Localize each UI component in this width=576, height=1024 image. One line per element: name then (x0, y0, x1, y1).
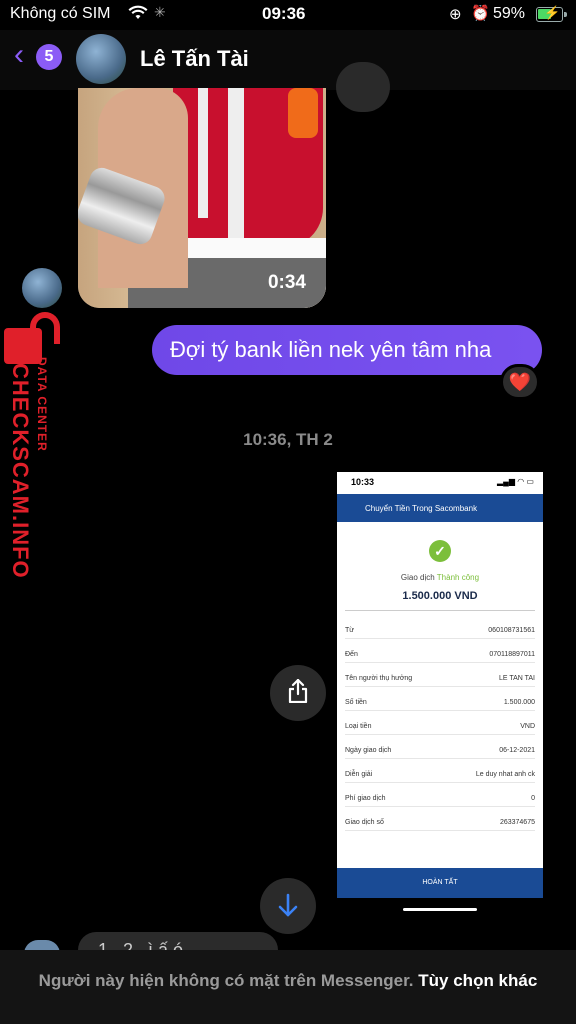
receipt-status-icons: ▂▄▆ ◠ ▭ (497, 477, 534, 486)
share-icon (288, 679, 308, 703)
receipt-header-title: Chuyển Tiền Trong Sacombank (365, 504, 478, 513)
scroll-to-bottom-button[interactable] (260, 878, 316, 934)
receipt-row-label: Phí giao dịch (345, 795, 386, 802)
arrow-down-icon (278, 893, 298, 917)
clock-time: 09:36 (262, 4, 306, 23)
video-message[interactable]: 0:34 (78, 88, 326, 308)
receipt-image-message[interactable]: 10:33 ▂▄▆ ◠ ▭ Chuyển Tiền Trong Sacomban… (337, 472, 543, 898)
receipt-row-value: 06-12-2021 (499, 747, 535, 754)
receipt-row-value: 070118897011 (489, 651, 535, 658)
video-frame-shoe-stripe (228, 88, 244, 238)
receipt-status-bar: 10:33 ▂▄▆ ◠ ▭ (337, 472, 543, 494)
sender-avatar[interactable] (22, 268, 62, 308)
receipt-status-value: Thành công (436, 573, 480, 582)
carrier-label: Không có SIM (10, 5, 111, 22)
alarm-icon: ⏰ (471, 5, 490, 22)
video-duration: 0:34 (267, 272, 306, 293)
receipt-status-line: Giao dịch Thành công (337, 573, 543, 582)
receipt-row-value: 1.500.000 (503, 699, 535, 706)
receipt-row-value: LE TAN TAI (498, 675, 535, 682)
receipt-row: Số tiền 1.500.000 (345, 699, 535, 711)
receipt-row: Tên người thụ hưởng LE TAN TAI (345, 675, 535, 687)
contact-avatar[interactable] (76, 34, 126, 84)
outgoing-message-bubble[interactable]: Đợi tý bank liền nek yên tâm nha (152, 325, 542, 375)
loading-spinner-icon: ✳ (154, 4, 166, 20)
receipt-row-value: Le duy nhat anh ck (475, 771, 535, 778)
outgoing-message-text: Đợi tý bank liền nek yên tâm nha (170, 337, 492, 362)
more-options-link[interactable]: Tùy chọn khác (418, 971, 537, 990)
receipt-row-label: Đến (345, 651, 358, 658)
receipt-row-label: Từ (345, 627, 354, 634)
receipt-footer-label: HOÀN TẤT (422, 879, 458, 886)
message-timestamp: 10:36, TH 2 (243, 430, 333, 449)
receipt-row-label: Loại tiền (345, 723, 372, 730)
receipt-row: Giao dịch số 263374675 (345, 819, 535, 831)
unavailable-notice: Người này hiện không có mặt trên Messeng… (20, 969, 556, 992)
receipt-row-label: Tên người thụ hưởng (345, 675, 413, 682)
share-button[interactable] (270, 665, 326, 721)
video-frame-shoe-stripe-2 (198, 88, 208, 218)
unavailable-notice-bar: Người này hiện không có mặt trên Messeng… (0, 950, 576, 1024)
receipt-home-indicator (403, 908, 477, 911)
conversation-header: ‹ 5 Lê Tấn Tài (0, 30, 576, 90)
contact-name[interactable]: Lê Tấn Tài (140, 46, 249, 72)
receipt-row-value: VND (520, 723, 535, 730)
video-frame-lace (288, 88, 318, 138)
receipt-status-prefix: Giao dịch (400, 573, 435, 582)
receipt-row: Từ 060108731561 (345, 627, 535, 639)
receipt-header: Chuyển Tiền Trong Sacombank (337, 494, 543, 522)
receipt-divider (345, 610, 535, 611)
unavailable-notice-text: Người này hiện không có mặt trên Messeng… (38, 971, 414, 990)
watermark-subtitle: DATA CENTER (35, 357, 49, 452)
status-bar: Không có SIM ✳ 09:36 ⊕ ⏰ 59% ⚡ (0, 0, 576, 30)
receipt-row: Đến 070118897011 (345, 651, 535, 663)
receipt-row: Phí giao dịch 0 (345, 795, 535, 807)
checkscam-watermark: CHECKSCAM.INFO DATA CENTER (0, 310, 60, 600)
receipt-row-value: 263374675 (499, 819, 535, 826)
receipt-row: Loại tiền VND (345, 723, 535, 735)
receipt-row-value: 060108731561 (488, 627, 535, 634)
receipt-row-value: 0 (531, 795, 535, 802)
success-check-icon: ✓ (429, 540, 451, 562)
receipt-row: Diễn giải Le duy nhat anh ck (345, 771, 535, 783)
heart-reaction-icon[interactable]: ❤️ (500, 364, 540, 400)
receipt-row-label: Diễn giải (345, 771, 373, 778)
share-button-top[interactable] (336, 62, 390, 112)
unread-count-badge[interactable]: 5 (36, 44, 62, 70)
charging-bolt-icon: ⚡ (544, 5, 561, 20)
watermark-brand: CHECKSCAM.INFO (8, 363, 33, 579)
receipt-row-label: Giao dịch số (345, 819, 384, 826)
battery-percent: 59% (493, 5, 526, 22)
receipt-row: Ngày giao dịch 06-12-2021 (345, 747, 535, 759)
receipt-status-time: 10:33 (351, 477, 375, 487)
receipt-footer-button: HOÀN TẤT (337, 868, 543, 898)
back-chevron-icon[interactable]: ‹ (14, 40, 24, 70)
receipt-row-label: Số tiền (345, 699, 367, 706)
receipt-amount: 1.500.000 VND (402, 590, 478, 602)
receipt-row-label: Ngày giao dịch (345, 747, 392, 754)
battery-nub (564, 12, 567, 17)
wifi-icon (128, 5, 148, 26)
rotation-lock-icon: ⊕ (449, 6, 462, 23)
battery-charging-icon: ⚡ (536, 5, 567, 22)
